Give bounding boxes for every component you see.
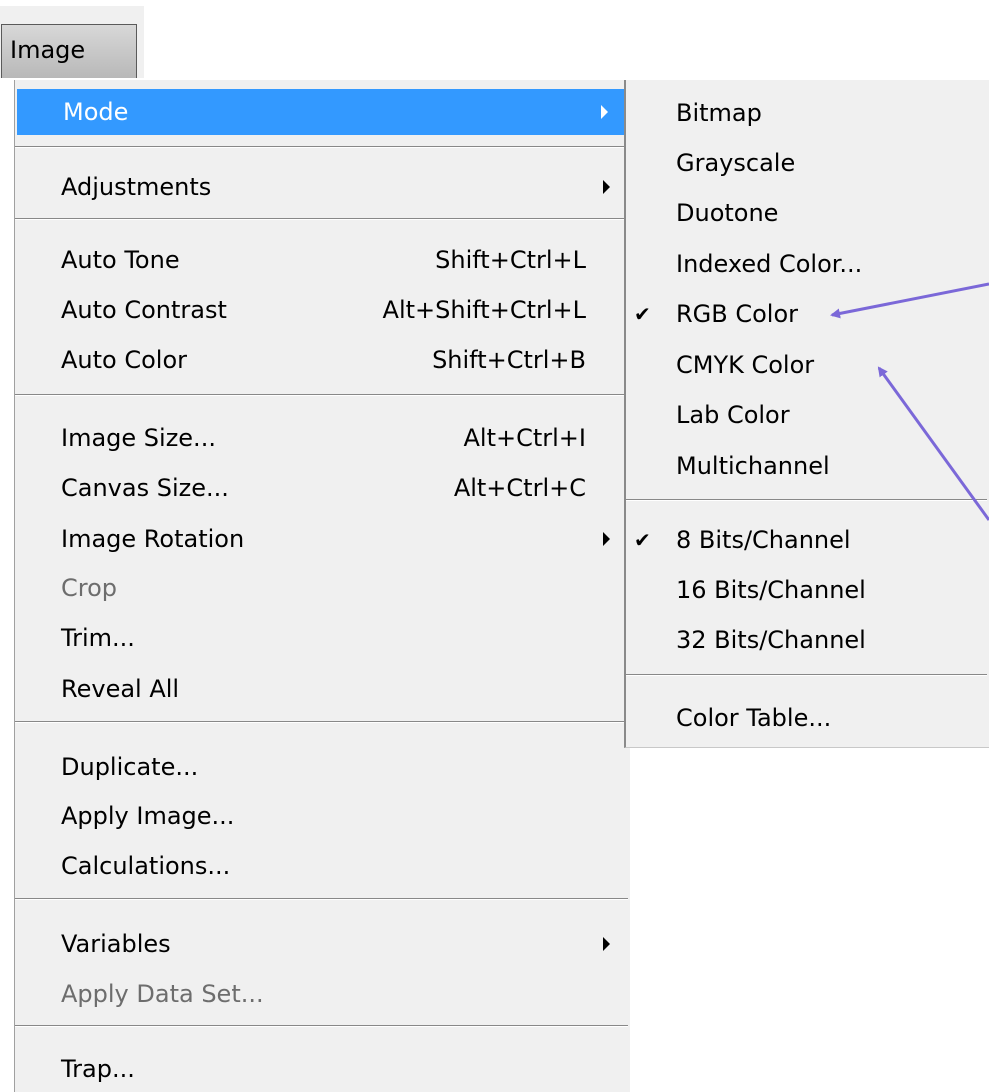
- submenu-item-bitmap[interactable]: Bitmap: [626, 90, 989, 136]
- menu-item-label: Trap...: [61, 1055, 135, 1083]
- menu-item-label: Variables: [61, 930, 171, 958]
- submenu-arrow-icon: [603, 532, 610, 546]
- menu-item-label: Bitmap: [676, 99, 762, 127]
- menu-item-label: CMYK Color: [676, 351, 815, 379]
- menu-item-label: Image Rotation: [61, 525, 245, 553]
- menu-item-reveal-all[interactable]: Reveal All: [15, 666, 630, 712]
- submenu-item-lab-color[interactable]: Lab Color: [626, 392, 989, 438]
- menu-separator: [15, 721, 628, 723]
- menu-item-label: Grayscale: [676, 149, 796, 177]
- menu-item-shortcut: Shift+Ctrl+L: [435, 246, 586, 274]
- menu-item-apply-data-set[interactable]: Apply Data Set...: [15, 971, 630, 1017]
- menu-item-duplicate[interactable]: Duplicate...: [15, 744, 630, 790]
- menu-item-label: Adjustments: [61, 173, 212, 201]
- menu-separator: [15, 394, 628, 396]
- submenu-item-rgb-color[interactable]: ✔ RGB Color: [626, 291, 989, 337]
- menu-item-label: 32 Bits/Channel: [676, 626, 866, 654]
- menu-item-adjustments[interactable]: Adjustments: [15, 164, 630, 210]
- menu-item-label: RGB Color: [676, 300, 799, 328]
- submenu-item-grayscale[interactable]: Grayscale: [626, 140, 989, 186]
- menu-item-label: Apply Image...: [61, 802, 235, 830]
- checkmark-icon: ✔: [634, 302, 651, 326]
- submenu-item-16-bits[interactable]: 16 Bits/Channel: [626, 567, 989, 613]
- menu-item-auto-tone[interactable]: Auto Tone Shift+Ctrl+L: [15, 237, 630, 283]
- menu-separator: [15, 1025, 628, 1027]
- menu-separator: [15, 146, 628, 148]
- menu-item-label: Multichannel: [676, 452, 830, 480]
- submenu-item-multichannel[interactable]: Multichannel: [626, 443, 989, 489]
- menu-item-label: 16 Bits/Channel: [676, 576, 866, 604]
- menu-item-trim[interactable]: Trim...: [15, 615, 630, 661]
- submenu-item-indexed-color[interactable]: Indexed Color...: [626, 241, 989, 287]
- menu-item-trap[interactable]: Trap...: [15, 1046, 630, 1092]
- menu-item-label: 8 Bits/Channel: [676, 526, 851, 554]
- menu-item-label: Reveal All: [61, 675, 180, 703]
- submenu-arrow-icon: [603, 937, 610, 951]
- menu-item-label: Mode: [63, 98, 129, 126]
- menu-item-mode[interactable]: Mode: [17, 89, 628, 135]
- menu-item-calculations[interactable]: Calculations...: [15, 843, 630, 889]
- submenu-arrow-icon: [603, 180, 610, 194]
- screenshot-stage: Image Mode Adjustments Auto Tone Shift+C…: [0, 0, 989, 1092]
- menu-item-label: Auto Contrast: [61, 296, 227, 324]
- menu-item-shortcut: Alt+Shift+Ctrl+L: [382, 296, 586, 324]
- menu-separator: [626, 499, 987, 501]
- menu-item-canvas-size[interactable]: Canvas Size... Alt+Ctrl+C: [15, 465, 630, 511]
- menu-item-label: Image Size...: [61, 424, 216, 452]
- submenu-item-color-table[interactable]: Color Table...: [626, 695, 989, 741]
- menu-separator: [15, 218, 628, 220]
- checkmark-icon: ✔: [634, 528, 651, 552]
- menu-item-image-rotation[interactable]: Image Rotation: [15, 516, 630, 562]
- mode-submenu: Bitmap Grayscale Duotone Indexed Color..…: [624, 80, 989, 748]
- menu-item-label: Crop: [61, 574, 118, 602]
- menu-item-apply-image[interactable]: Apply Image...: [15, 793, 630, 839]
- submenu-item-duotone[interactable]: Duotone: [626, 190, 989, 236]
- submenu-arrow-icon: [601, 105, 608, 119]
- menu-item-shortcut: Alt+Ctrl+I: [463, 424, 587, 452]
- menu-item-label: Trim...: [61, 624, 135, 652]
- menu-item-label: Auto Color: [61, 346, 188, 374]
- submenu-item-8-bits[interactable]: ✔ 8 Bits/Channel: [626, 517, 989, 563]
- menu-item-shortcut: Shift+Ctrl+B: [432, 346, 586, 374]
- image-menu-button[interactable]: Image: [1, 24, 137, 78]
- menu-item-label: Calculations...: [61, 852, 231, 880]
- menu-item-variables[interactable]: Variables: [15, 921, 630, 967]
- menu-item-label: Apply Data Set...: [61, 980, 264, 1008]
- menu-item-image-size[interactable]: Image Size... Alt+Ctrl+I: [15, 415, 630, 461]
- menubar: Image: [0, 6, 144, 78]
- menu-separator: [626, 674, 987, 676]
- menu-item-auto-contrast[interactable]: Auto Contrast Alt+Shift+Ctrl+L: [15, 287, 630, 333]
- menu-item-label: Duotone: [676, 199, 779, 227]
- menu-separator: [15, 898, 628, 900]
- submenu-item-cmyk-color[interactable]: CMYK Color: [626, 342, 989, 388]
- menu-item-label: Canvas Size...: [61, 474, 229, 502]
- menu-item-label: Duplicate...: [61, 753, 199, 781]
- menu-item-crop[interactable]: Crop: [15, 565, 630, 611]
- menu-item-auto-color[interactable]: Auto Color Shift+Ctrl+B: [15, 337, 630, 383]
- menu-item-label: Color Table...: [676, 704, 832, 732]
- menu-item-label: Indexed Color...: [676, 250, 863, 278]
- menu-item-label: Lab Color: [676, 401, 790, 429]
- menu-item-label: Auto Tone: [61, 246, 180, 274]
- image-menu: Mode Adjustments Auto Tone Shift+Ctrl+L …: [14, 80, 630, 1092]
- menu-item-shortcut: Alt+Ctrl+C: [453, 474, 586, 502]
- submenu-item-32-bits[interactable]: 32 Bits/Channel: [626, 617, 989, 663]
